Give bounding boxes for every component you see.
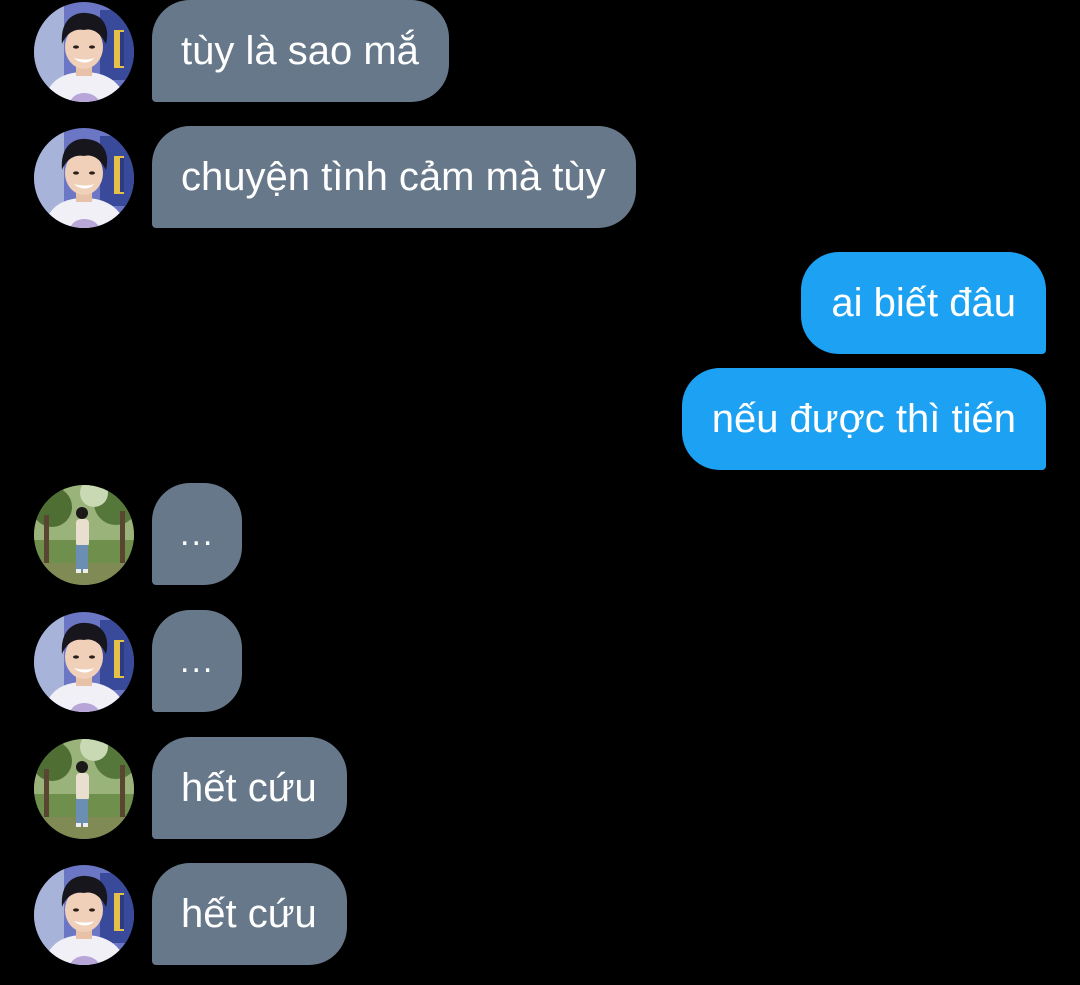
message-text: ai biết đâu (831, 280, 1016, 325)
incoming-message-bubble[interactable]: tùy là sao mắ (152, 0, 449, 102)
message-text: hết cứu (181, 765, 317, 810)
incoming-message-bubble[interactable]: ... (152, 483, 242, 585)
outgoing-message-bubble[interactable]: ai biết đâu (801, 252, 1046, 354)
message-text: hết cứu (181, 891, 317, 936)
incoming-message-bubble[interactable]: hết cứu (152, 863, 347, 965)
avatar[interactable] (34, 612, 134, 712)
portrait-avatar-icon (34, 865, 134, 965)
avatar[interactable] (34, 739, 134, 839)
portrait-avatar-icon (34, 612, 134, 712)
portrait-avatar-icon (34, 2, 134, 102)
message-text: ... (180, 641, 215, 680)
park-avatar-icon (34, 739, 134, 839)
chat-thread: tùy là sao mắ chuyện tình cảm mà tùy ai … (0, 0, 1080, 985)
avatar[interactable] (34, 2, 134, 102)
message-text: nếu được thì tiến (711, 396, 1016, 441)
incoming-message-bubble[interactable]: hết cứu (152, 737, 347, 839)
park-avatar-icon (34, 485, 134, 585)
outgoing-message-bubble[interactable]: nếu được thì tiến (681, 368, 1046, 470)
avatar[interactable] (34, 865, 134, 965)
portrait-avatar-icon (34, 128, 134, 228)
incoming-message-bubble[interactable]: ... (152, 610, 242, 712)
avatar[interactable] (34, 485, 134, 585)
message-text: tùy là sao mắ (181, 28, 419, 73)
avatar[interactable] (34, 128, 134, 228)
incoming-message-bubble[interactable]: chuyện tình cảm mà tùy (152, 126, 636, 228)
message-text: chuyện tình cảm mà tùy (181, 154, 606, 199)
message-text: ... (180, 514, 215, 553)
